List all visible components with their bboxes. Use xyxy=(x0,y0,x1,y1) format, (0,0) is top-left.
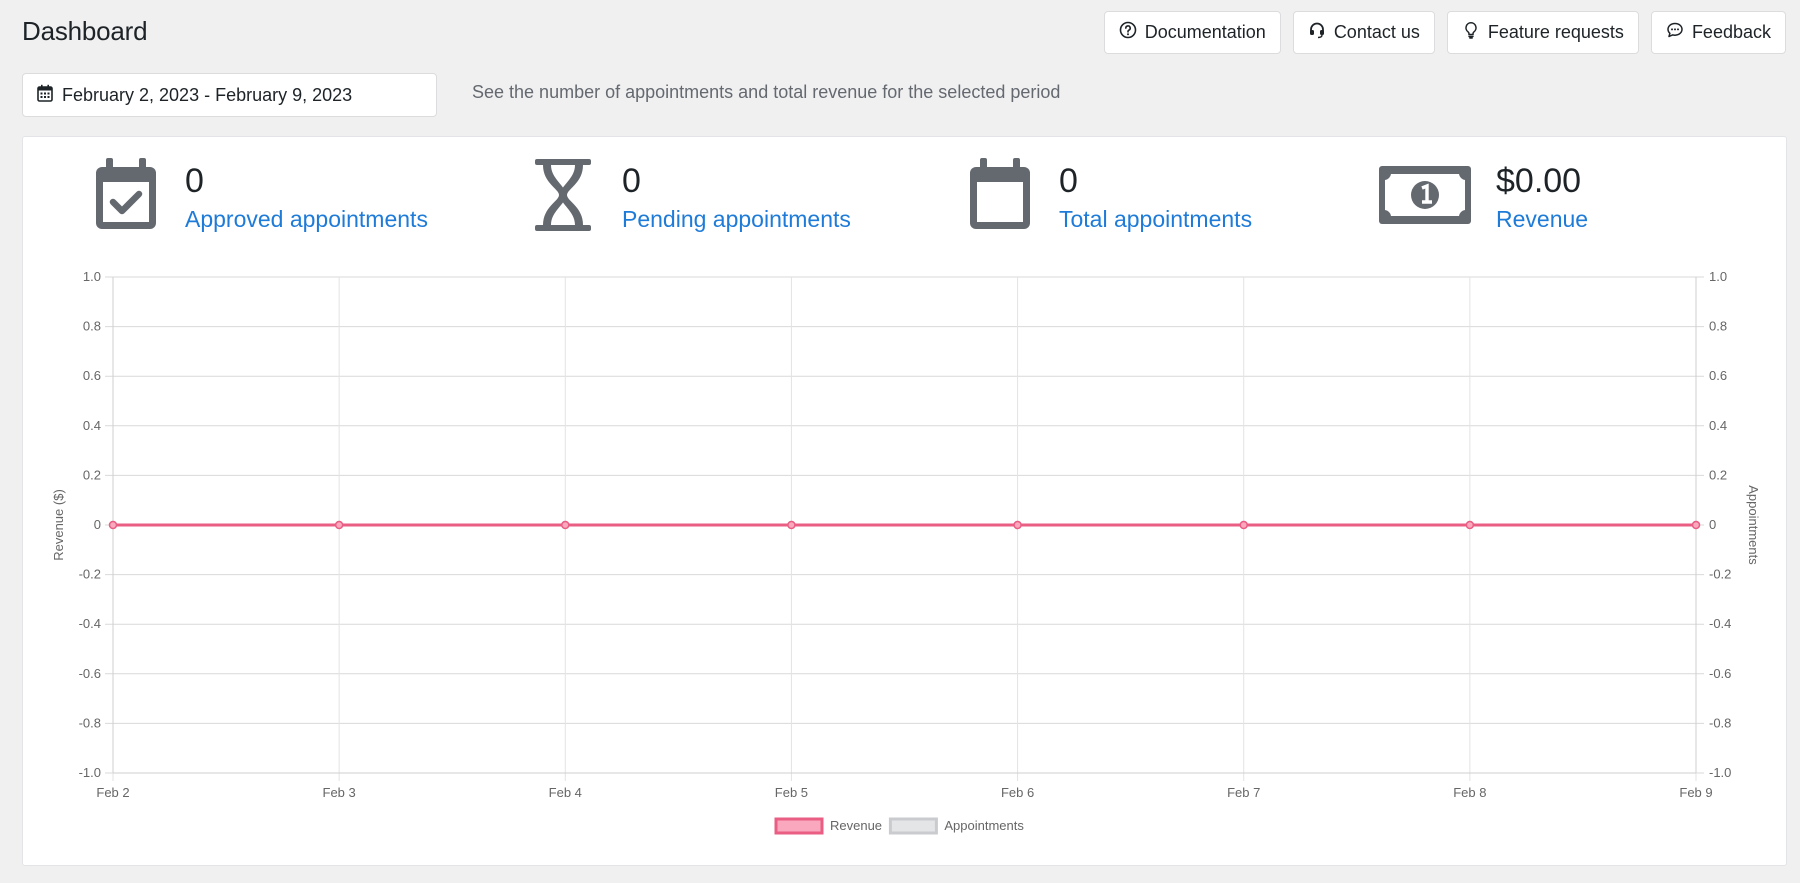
data-point-revenue xyxy=(787,520,796,530)
y-right-tick-label: -0.8 xyxy=(1709,715,1731,730)
y-left-tick-label: -0.4 xyxy=(79,616,101,631)
y-left-tick-label: 0.6 xyxy=(83,368,101,383)
chat-bubble-icon xyxy=(1666,21,1684,44)
x-tick-label: Feb 9 xyxy=(1679,785,1712,800)
feedback-button[interactable]: Feedback xyxy=(1650,11,1786,54)
x-tick-label: Feb 3 xyxy=(323,785,356,800)
data-point-revenue xyxy=(108,520,118,530)
y-right-tick-label: 0.2 xyxy=(1709,467,1727,482)
date-range-value: February 2, 2023 - February 9, 2023 xyxy=(62,84,353,105)
y-right-tick-label: -0.2 xyxy=(1709,567,1731,582)
contact-us-label: Contact us xyxy=(1333,22,1420,42)
chart-series xyxy=(108,520,1701,530)
contact-us-button[interactable]: Contact us xyxy=(1292,11,1435,54)
y-right-tick-label: -0.6 xyxy=(1709,666,1731,681)
y-right-axis-title: Appointments xyxy=(1746,485,1761,565)
data-point-revenue xyxy=(334,520,344,530)
y-left-tick-label: 0 xyxy=(94,517,101,532)
page-title: Dashboard xyxy=(22,16,148,46)
y-right-tick-label: 0.8 xyxy=(1709,319,1727,334)
feature-requests-button[interactable]: Feature requests xyxy=(1446,11,1639,54)
y-right-tick-label: 1.0 xyxy=(1709,269,1727,284)
chart-grid xyxy=(105,276,1704,781)
x-tick-label: Feb 6 xyxy=(1001,785,1034,800)
y-right-tick-label: 0 xyxy=(1709,517,1716,532)
y-left-axis-title: Revenue ($) xyxy=(51,489,66,561)
header-actions: Documentation Contact us Feature request… xyxy=(1103,11,1786,54)
data-point-revenue xyxy=(1013,520,1022,530)
y-left-tick-label: 0.4 xyxy=(83,418,101,433)
feature-requests-label: Feature requests xyxy=(1487,22,1624,42)
y-left-tick-label: 0.8 xyxy=(83,319,101,334)
legend-swatch-appointments xyxy=(888,817,938,835)
feedback-label: Feedback xyxy=(1691,22,1771,42)
y-right-tick-label: 0.6 xyxy=(1709,368,1727,383)
y-left-tick-label: -1.0 xyxy=(79,765,101,780)
y-left-tick-label: -0.6 xyxy=(79,666,101,681)
chart-axes: 1.0 0.8 0.6 0.4 0.2 0 -0.2 -0.4 -0.6 -0.8 -1.0 1.0 0… xyxy=(51,269,1761,800)
data-point-revenue xyxy=(1691,520,1701,530)
data-point-revenue xyxy=(561,520,570,530)
legend-label-appointments: Appointments xyxy=(944,818,1024,833)
documentation-button[interactable]: Documentation xyxy=(1103,11,1281,54)
revenue-appointments-chart: 1.0 0.8 0.6 0.4 0.2 0 -0.2 -0.4 -0.6 -0.8 -1.0 1.0 0… xyxy=(51,269,1761,835)
y-right-tick-label: 0.4 xyxy=(1709,418,1727,433)
x-tick-label: Feb 5 xyxy=(775,785,808,800)
calendar-icon xyxy=(37,84,53,107)
y-left-tick-label: 0.2 xyxy=(83,467,101,482)
lightbulb-icon xyxy=(1462,21,1480,44)
y-right-tick-label: -1.0 xyxy=(1709,765,1731,780)
x-tick-label: Feb 8 xyxy=(1453,785,1486,800)
data-point-revenue xyxy=(1239,520,1248,530)
question-circle-icon xyxy=(1119,21,1137,44)
x-tick-label: Feb 2 xyxy=(96,785,129,800)
stats-panel: 0 Approved appointments 0 Pending appoin… xyxy=(22,136,1787,866)
y-left-tick-label: 1.0 xyxy=(83,269,101,284)
x-tick-label: Feb 4 xyxy=(549,785,582,800)
date-range-picker[interactable]: February 2, 2023 - February 9, 2023 xyxy=(22,73,437,117)
period-description: See the number of appointments and total… xyxy=(472,82,1061,102)
x-tick-label: Feb 7 xyxy=(1227,785,1260,800)
legend-label-revenue: Revenue xyxy=(830,818,882,833)
data-point-revenue xyxy=(1465,520,1475,530)
documentation-label: Documentation xyxy=(1144,22,1266,42)
y-right-tick-label: -0.4 xyxy=(1709,616,1731,631)
legend-swatch-revenue xyxy=(774,817,824,835)
y-left-tick-label: -0.8 xyxy=(79,715,101,730)
headset-icon xyxy=(1308,21,1326,44)
y-left-tick-label: -0.2 xyxy=(79,567,101,582)
chart-legend: Revenue Appointments xyxy=(774,817,1024,835)
